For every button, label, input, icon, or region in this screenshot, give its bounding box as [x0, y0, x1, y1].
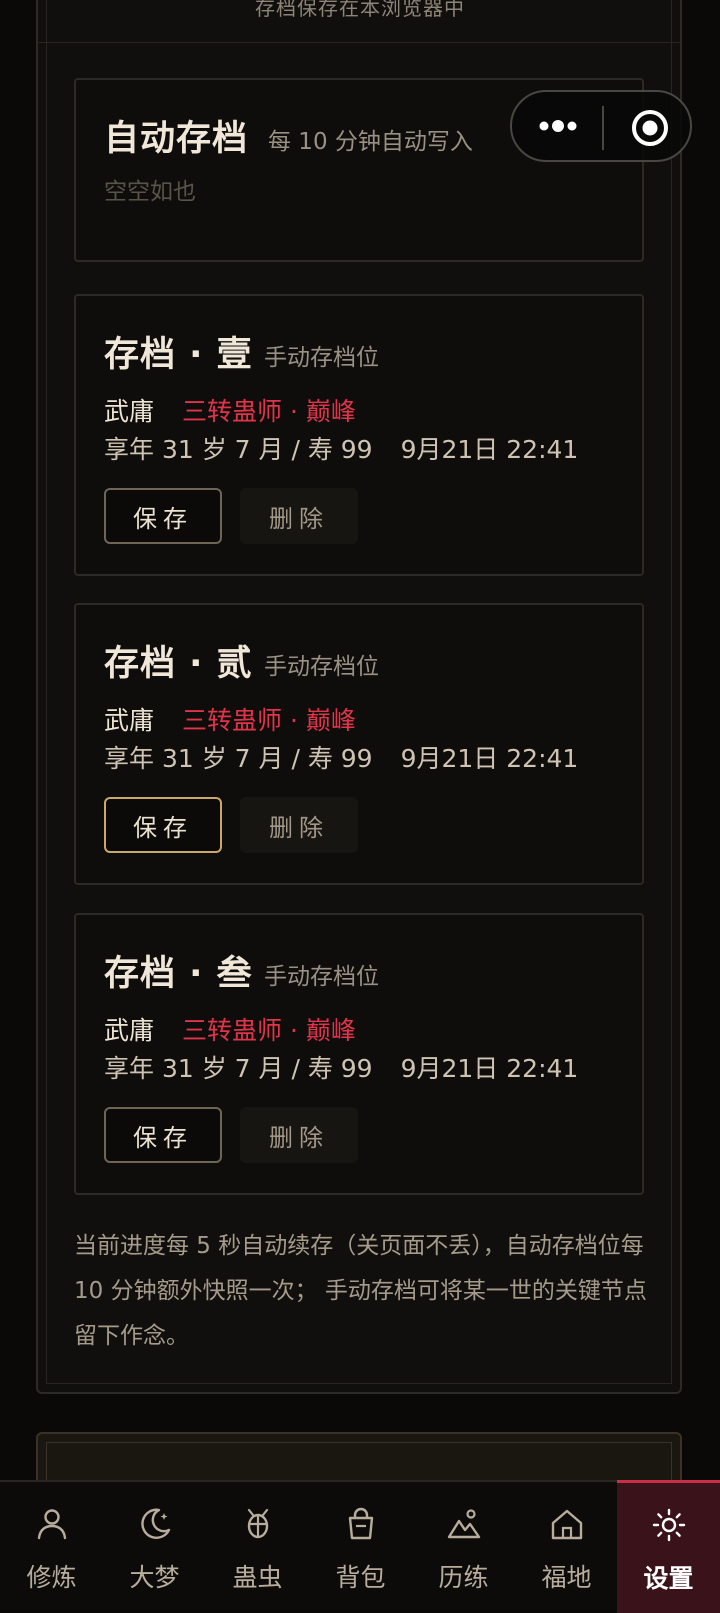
character-rank: 三转蛊师 · 巅峰	[182, 1016, 356, 1045]
age-life: 享年 31 岁 7 月 / 寿 99	[104, 435, 373, 464]
slot-title: 存档 · 壹	[104, 335, 253, 375]
delete-button[interactable]: 删除	[240, 1107, 358, 1163]
mountain-icon	[447, 1509, 481, 1539]
tab-label: 福地	[541, 1563, 592, 1592]
panel-header-divider	[38, 42, 680, 43]
save-time: 9月21日 22:41	[400, 744, 579, 773]
character-name: 武庸	[104, 1016, 155, 1045]
character-name: 武庸	[104, 397, 155, 426]
tab-label: 大梦	[129, 1563, 180, 1592]
tab-backpack[interactable]: 背包	[309, 1482, 412, 1610]
tab-label: 修炼	[26, 1563, 77, 1592]
manual-save-slot-1: 存档 · 壹 手动存档位 武庸 三转蛊师 · 巅峰 享年 31 岁 7 月 / 寿…	[74, 294, 644, 576]
tab-label: 设置	[643, 1564, 694, 1593]
auto-save-title: 自动存档	[104, 119, 249, 159]
save-button[interactable]: 保存	[104, 1107, 222, 1163]
home-icon	[551, 1509, 583, 1540]
character-rank: 三转蛊师 · 巅峰	[182, 397, 356, 426]
delete-button[interactable]: 删除	[240, 797, 358, 853]
storage-note: 存档保存在本浏览器中	[255, 0, 465, 20]
slot-subtitle: 手动存档位	[264, 964, 379, 990]
autosave-explanation: 当前进度每 5 秒自动续存（关页面不丢），自动存档位每 10 分钟额外快照一次；…	[74, 1233, 647, 1349]
more-dots-icon[interactable]	[538, 114, 578, 138]
save-button[interactable]: 保存	[104, 797, 222, 853]
sun-gear-icon	[652, 1508, 686, 1542]
tab-settings[interactable]: 设置	[617, 1480, 720, 1613]
target-close-icon[interactable]	[630, 108, 670, 148]
tab-label: 蛊虫	[232, 1563, 283, 1592]
slot-title: 存档 · 叁	[104, 954, 253, 994]
character-line: 武庸 三转蛊师 · 巅峰	[104, 701, 356, 737]
bug-icon	[247, 1508, 269, 1539]
auto-save-subtitle: 每 10 分钟自动写入	[268, 129, 473, 155]
character-line: 武庸 三转蛊师 · 巅峰	[104, 392, 356, 428]
bag-icon	[348, 1507, 374, 1540]
miniprogram-capsule	[510, 90, 692, 162]
person-icon	[37, 1509, 67, 1540]
tab-label: 历练	[438, 1563, 489, 1592]
auto-save-empty-text: 空空如也	[104, 179, 196, 205]
age-life: 享年 31 岁 7 月 / 寿 99	[104, 744, 373, 773]
age-line: 享年 31 岁 7 月 / 寿 99 9月21日 22:41	[104, 430, 578, 466]
bottom-tab-bar: 修炼 大梦 蛊虫 背包 历练 福地 设置	[0, 1480, 720, 1613]
tab-label: 背包	[335, 1563, 386, 1592]
character-rank: 三转蛊师 · 巅峰	[182, 706, 356, 735]
age-line: 享年 31 岁 7 月 / 寿 99 9月21日 22:41	[104, 739, 578, 775]
manual-save-slot-2: 存档 · 贰 手动存档位 武庸 三转蛊师 · 巅峰 享年 31 岁 7 月 / 寿…	[74, 603, 644, 885]
tab-dream[interactable]: 大梦	[103, 1482, 206, 1610]
slot-subtitle: 手动存档位	[264, 345, 379, 371]
save-button[interactable]: 保存	[104, 488, 222, 544]
tab-cultivate[interactable]: 修炼	[0, 1482, 103, 1610]
slot-subtitle: 手动存档位	[264, 654, 379, 680]
character-line: 武庸 三转蛊师 · 巅峰	[104, 1011, 356, 1047]
age-life: 享年 31 岁 7 月 / 寿 99	[104, 1054, 373, 1083]
tab-training[interactable]: 历练	[412, 1482, 515, 1610]
age-line: 享年 31 岁 7 月 / 寿 99 9月21日 22:41	[104, 1049, 578, 1085]
save-time: 9月21日 22:41	[400, 435, 579, 464]
moon-icon	[141, 1508, 171, 1539]
tab-blessed-land[interactable]: 福地	[515, 1482, 618, 1610]
manual-save-slot-3: 存档 · 叁 手动存档位 武庸 三转蛊师 · 巅峰 享年 31 岁 7 月 / 寿…	[74, 913, 644, 1195]
delete-button[interactable]: 删除	[240, 488, 358, 544]
capsule-divider	[602, 106, 604, 150]
save-time: 9月21日 22:41	[400, 1054, 579, 1083]
tab-gu-insect[interactable]: 蛊虫	[206, 1482, 309, 1610]
slot-title: 存档 · 贰	[104, 644, 253, 684]
character-name: 武庸	[104, 706, 155, 735]
